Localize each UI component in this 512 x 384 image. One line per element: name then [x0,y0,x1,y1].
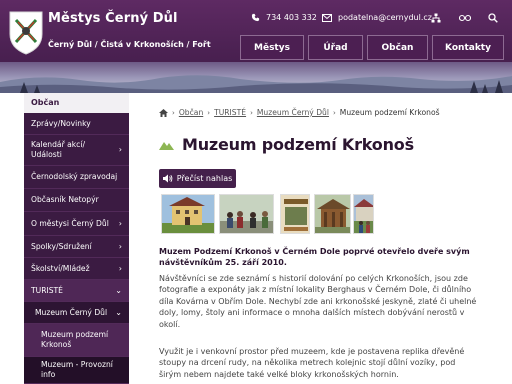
topnav-kontakty[interactable]: Kontakty [432,35,504,60]
sidebar-menu: Občan Zprávy/Novinky Kalendář akcí/ Udál… [24,93,129,384]
topnav-obcan[interactable]: Občan [367,35,428,60]
sidebar-item-kalendar[interactable]: Kalendář akcí/ Události › [24,135,129,166]
photo-exhibition-opening[interactable] [219,194,274,234]
phone-icon [251,13,260,22]
speaker-icon [162,174,173,183]
mountains-icon [159,141,174,150]
photo-wooden-stamp-mill[interactable] [314,194,351,234]
site-subtitle: Černý Důl / Čistá v Krkonoších / Fořt [48,40,211,49]
sidebar-item-skolstvi[interactable]: Školství/Mládež › [24,258,129,280]
chevron-right-icon: › [118,218,122,228]
chevron-down-icon: ⌄ [115,307,122,317]
email-icon [322,13,332,22]
breadcrumb-link-obcan[interactable]: Občan [179,108,203,117]
email-contact[interactable]: podatelna@cernydul.cz [322,13,432,22]
read-aloud-button[interactable]: Přečíst nahlas [159,169,236,188]
header-landscape-hills [0,75,512,93]
article-paragraph: Využit je i venkovní prostor před muzeem… [159,347,465,379]
sidebar-item-netopyr[interactable]: Občasník Netopýr [24,189,129,212]
sidebar-item-o-mestysi[interactable]: O městysi Černý Důl › [24,212,129,236]
phone-contact[interactable]: 734 403 332 [251,13,317,22]
municipality-logo[interactable] [8,10,44,56]
sidebar-item-muzeum-podzemi[interactable]: Muzeum podzemí Krkonoš [24,324,129,357]
phone-number: 734 403 332 [266,13,317,22]
search-icon[interactable] [488,13,498,23]
photo-visitors-outdoors[interactable] [353,194,374,234]
article-paragraph: Návštěvníci se zde seznámí s historií do… [159,274,477,329]
photo-book-cover[interactable] [280,194,310,234]
home-icon[interactable] [159,108,168,117]
breadcrumb-separator: › [332,108,336,117]
read-aloud-label: Přečíst nahlas [176,174,233,183]
breadcrumb-separator: › [250,108,253,117]
chevron-right-icon: › [118,241,122,251]
site-title[interactable]: Městys Černý Důl [48,11,178,26]
site-header: Městys Černý Důl Černý Důl / Čistá v Krk… [0,0,512,93]
breadcrumb-current: Muzeum podzemí Krkonoš [339,108,440,117]
email-address: podatelna@cernydul.cz [338,13,432,22]
sidebar-item-zpravodaj[interactable]: Černodolský zpravodaj [24,166,129,189]
breadcrumb-separator: › [207,108,211,117]
breadcrumb-link-turiste[interactable]: TURISTÉ [214,108,246,117]
sidebar-item-zpravy[interactable]: Zprávy/Novinky [24,113,129,135]
page-title: Muzeum podzemí Krkonoš [182,135,414,154]
breadcrumb-link-muzeum[interactable]: Muzeum Černý Důl [257,108,329,117]
glasses-icon[interactable] [459,14,471,22]
sidebar-item-spolky[interactable]: Spolky/Sdružení › [24,236,129,258]
chevron-right-icon: › [118,145,122,154]
topnav-mestys[interactable]: Městys [240,35,304,60]
article-lead: Muzem Podzemí Krkonoš v Černém Dole popr… [159,247,470,267]
breadcrumb: › Občan › TURISTÉ › Muzeum Černý Důl › M… [159,108,440,117]
page-title-row: Muzeum podzemí Krkonoš [159,135,414,154]
photo-museum-building[interactable] [161,194,215,234]
breadcrumb-separator: › [172,108,175,117]
sidebar-item-muzeum-provozni-info[interactable]: Muzeum - Provozní info [24,357,129,384]
sitemap-icon[interactable] [431,13,441,23]
topnav-urad[interactable]: Úřad [308,35,363,60]
sidebar-item-turiste[interactable]: TURISTÉ ⌄ [24,280,129,302]
chevron-down-icon: ⌄ [115,285,122,295]
chevron-right-icon: › [118,263,122,273]
sidebar-heading-obcan[interactable]: Občan [24,93,129,113]
sidebar-item-muzeum-cerny-dul[interactable]: Muzeum Černý Důl ⌄ [24,302,129,324]
